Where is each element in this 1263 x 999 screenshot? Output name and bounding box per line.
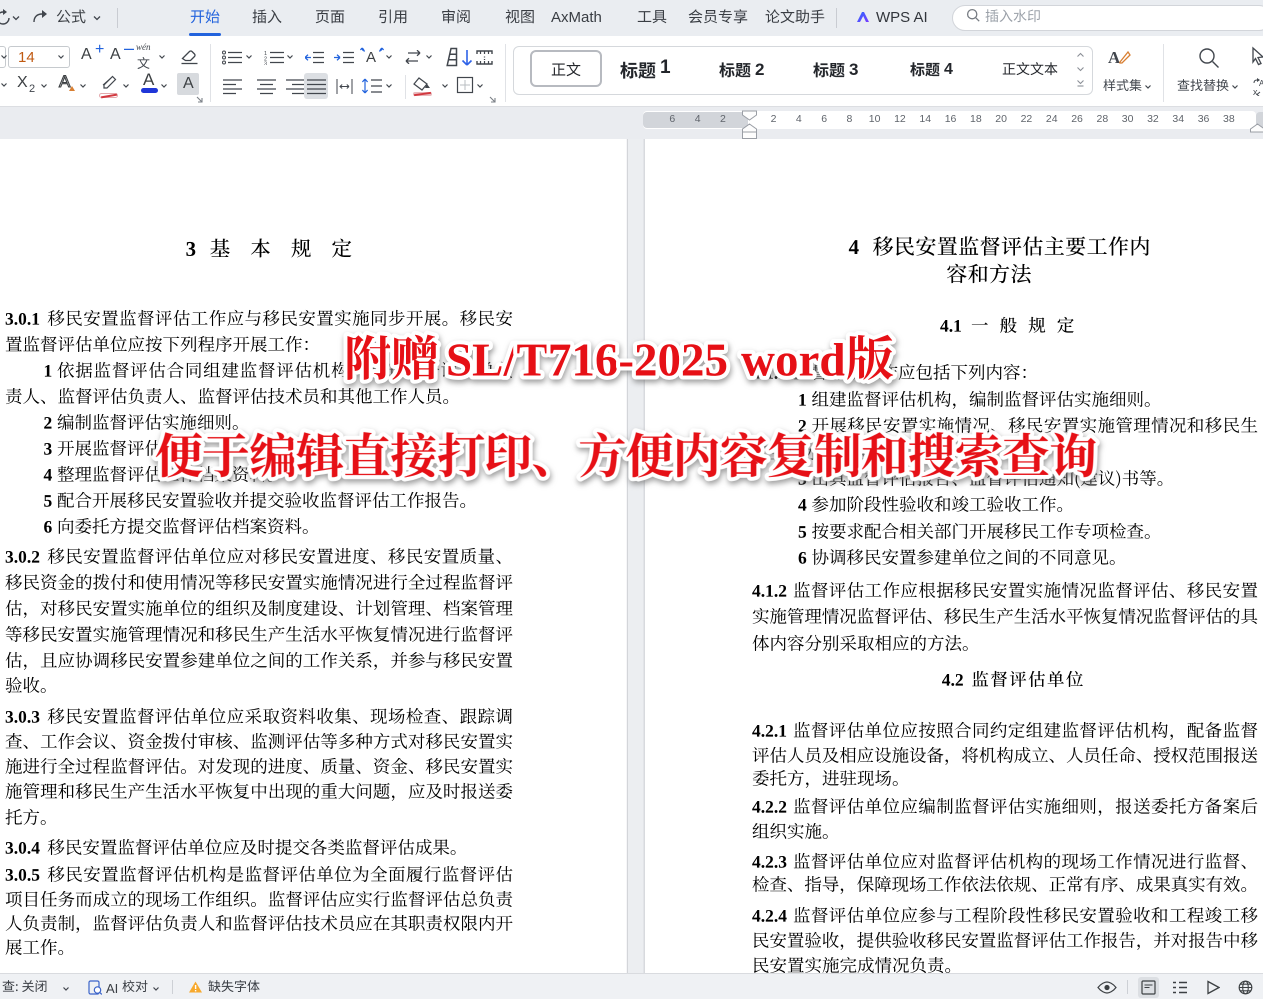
svg-text:3: 3	[264, 62, 267, 66]
svg-text:A: A	[1259, 79, 1263, 88]
